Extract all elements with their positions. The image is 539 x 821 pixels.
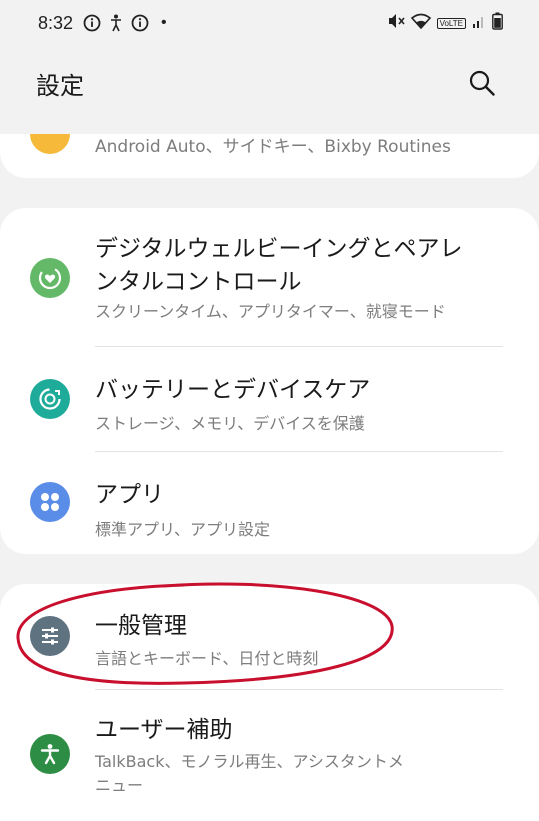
battery-icon <box>492 12 503 35</box>
settings-item-general-management[interactable]: 一般管理 言語とキーボード、日付と時刻 <box>0 584 539 689</box>
settings-item-title: 一般管理 <box>95 613 187 639</box>
settings-item-subtitle: スクリーンタイム、アプリタイマー、就寝モード <box>95 302 446 321</box>
sliders-icon <box>30 616 70 656</box>
settings-item-accessibility[interactable]: ユーザー補助 TalkBack、モノラル再生、アシスタントメ ニュー <box>0 690 539 821</box>
accessibility-icon <box>30 734 70 774</box>
settings-item-subtitle: Android Auto、サイドキー、Bixby Routines <box>95 137 451 157</box>
device-care-icon <box>30 379 70 419</box>
gear-icon <box>30 134 70 154</box>
settings-item-battery-device-care[interactable]: バッテリーとデバイスケア ストレージ、メモリ、デバイスを保護 <box>0 347 539 451</box>
settings-item-subtitle: ストレージ、メモリ、デバイスを保護 <box>95 414 365 433</box>
settings-item-subtitle: 標準アプリ、アプリ設定 <box>95 520 271 539</box>
settings-item-subtitle: TalkBack、モノラル再生、アシスタントメ <box>95 752 404 771</box>
signal-icon <box>472 13 486 34</box>
notification-dot: • <box>161 14 167 31</box>
info-icon <box>131 14 149 32</box>
volte-badge: VoLTE <box>436 17 466 29</box>
settings-item-title: ンタルコントロール <box>95 269 302 295</box>
mute-icon <box>387 12 405 35</box>
page-title: 設定 <box>36 71 84 100</box>
settings-item-title: アプリ <box>95 482 164 508</box>
settings-item-subtitle: ニュー <box>95 776 144 795</box>
settings-item-title: デジタルウェルビーイングとペアレ <box>95 236 463 262</box>
settings-item-digital-wellbeing[interactable]: デジタルウェルビーイングとペアレ ンタルコントロール スクリーンタイム、アプリタ… <box>0 208 539 346</box>
accessibility-status-icon <box>107 14 125 32</box>
status-bar: 8:32 • VoLTE <box>0 0 539 46</box>
settings-item-apps[interactable]: アプリ 標準アプリ、アプリ設定 <box>0 452 539 554</box>
app-bar: 設定 <box>0 58 539 108</box>
settings-item-subtitle: 言語とキーボード、日付と時刻 <box>95 649 319 668</box>
status-right: VoLTE <box>387 12 503 35</box>
search-icon <box>469 70 495 96</box>
settings-card-general: 一般管理 言語とキーボード、日付と時刻 ユーザー補助 TalkBack、モノラル… <box>0 584 539 821</box>
settings-card-device: デジタルウェルビーイングとペアレ ンタルコントロール スクリーンタイム、アプリタ… <box>0 208 539 554</box>
status-time: 8:32 <box>38 12 74 33</box>
settings-item-advanced-features[interactable]: Android Auto、サイドキー、Bixby Routines <box>0 134 539 178</box>
info-icon <box>83 14 101 32</box>
status-left: 8:32 • <box>38 13 167 34</box>
heart-circle-icon <box>30 258 70 298</box>
settings-item-title: ユーザー補助 <box>95 717 233 743</box>
search-button[interactable] <box>465 66 499 100</box>
settings-item-title: バッテリーとデバイスケア <box>95 377 371 403</box>
settings-card-connected-features: Android Auto、サイドキー、Bixby Routines <box>0 134 539 178</box>
apps-grid-icon <box>30 482 70 522</box>
wifi-icon <box>410 13 431 34</box>
